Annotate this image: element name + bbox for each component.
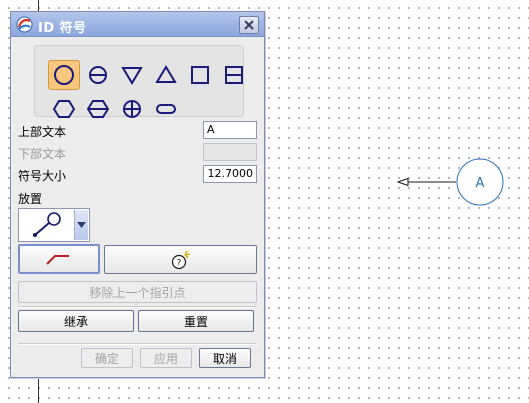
symbol-size-label: 符号大小 [18, 169, 67, 183]
chevron-down-icon [77, 222, 86, 228]
circle-cross-icon [123, 100, 141, 118]
lower-text-input[interactable] [203, 143, 257, 161]
symbol-size-input[interactable]: 12.7000 [203, 165, 257, 183]
placement-label: 放置 [18, 192, 43, 206]
square-divided-icon [225, 66, 243, 84]
placement-dropdown[interactable] [18, 208, 90, 242]
leader-line-icon [46, 255, 69, 265]
svg-text:?: ? [176, 258, 181, 268]
origin-point-icon: ? [171, 250, 190, 269]
close-icon [244, 20, 254, 30]
symbol-palette [34, 45, 244, 118]
slot-icon [156, 104, 176, 114]
balloon-text: A [476, 176, 485, 191]
triangle-down-symbol[interactable] [116, 60, 148, 90]
title-bar[interactable]: ID 符号 [11, 12, 264, 37]
inherit-button[interactable]: 继承 [18, 310, 134, 332]
square-icon [191, 66, 209, 84]
lower-text-label: 下部文本 [18, 147, 67, 161]
separator [18, 343, 257, 345]
hexagon-symbol[interactable] [48, 94, 80, 124]
circle-divided-symbol[interactable] [82, 60, 114, 90]
dialog-title: ID 符号 [38, 21, 87, 36]
leader-line-button[interactable] [18, 244, 100, 274]
remove-last-leader-button[interactable]: 移除上一个指引点 [18, 281, 257, 303]
cancel-button[interactable]: 取消 [199, 348, 251, 368]
leader-arrowhead [396, 177, 409, 187]
app-icon [16, 16, 33, 33]
triangle-up-symbol[interactable] [150, 60, 182, 90]
separator [18, 306, 257, 308]
origin-point-button[interactable]: ? [104, 245, 257, 274]
hexagon-divided-symbol[interactable] [82, 94, 114, 124]
circle-icon [54, 65, 74, 85]
hexagon-icon [53, 100, 75, 118]
triangle-down-icon [121, 67, 143, 85]
circle-divided-icon [89, 66, 107, 84]
upper-text-label: 上部文本 [18, 125, 67, 139]
dropdown-arrow[interactable] [74, 210, 88, 240]
id-symbol-dialog: ID 符号 上部文本 A 下部文本 符号大小 12.7000 放置 ? 移除上一… [10, 11, 265, 378]
ok-button[interactable]: 确定 [81, 348, 133, 368]
hexagon-divided-icon [87, 100, 109, 118]
close-button[interactable] [239, 16, 259, 34]
square-symbol[interactable] [184, 60, 216, 90]
upper-text-input[interactable]: A [203, 121, 257, 139]
apply-button[interactable]: 应用 [140, 348, 192, 368]
leader-pin-icon [33, 212, 61, 237]
triangle-up-icon [155, 65, 177, 83]
square-divided-symbol[interactable] [218, 60, 250, 90]
id-balloon[interactable]: A [396, 158, 504, 206]
reset-button[interactable]: 重置 [138, 310, 254, 332]
slot-symbol[interactable] [150, 94, 182, 124]
circle-symbol[interactable] [48, 60, 80, 90]
circle-cross-symbol[interactable] [116, 94, 148, 124]
